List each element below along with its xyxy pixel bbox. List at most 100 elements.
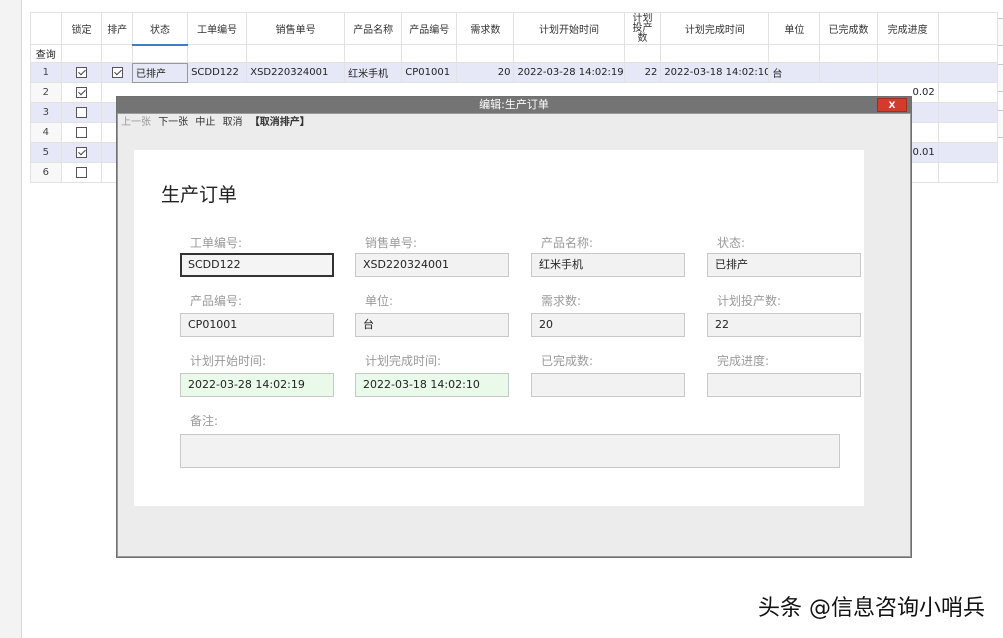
locked-cell[interactable] [60,122,103,143]
locked-checkbox[interactable] [75,86,87,98]
header-done[interactable]: 已完成数 [819,12,878,45]
locked-cell[interactable] [60,62,103,83]
start-field[interactable]: 2022-03-28 14:02:19 [180,373,334,397]
row-number: 3 [30,102,62,123]
header-qty[interactable]: 计划投产数 [623,12,662,45]
scheduled-cell[interactable] [101,62,133,83]
dialog-title: 编辑:生产订单 [479,98,549,111]
so-field[interactable]: XSD220324001 [355,253,509,277]
progress-field[interactable] [707,373,861,397]
row-number: 2 [30,82,62,103]
header-status[interactable]: 状态 [131,12,189,46]
query-cell[interactable] [60,44,103,63]
cancel-button[interactable]: 取消 [223,117,243,128]
row-number: 6 [30,162,62,183]
start-cell[interactable]: 2022-03-28 14:02:19 [513,62,625,83]
dialog-body: 上一张 下一张 中止 取消 【取消排产】 生产订单 工单编号: SCDD122 … [118,114,910,556]
header-wo[interactable]: 工单编号 [187,12,248,45]
header-pname[interactable]: 产品名称 [344,12,403,45]
done-label: 已完成数: [541,354,594,368]
next-button[interactable]: 下一张 [158,117,188,128]
header-progress[interactable]: 完成进度 [876,12,939,45]
header-so[interactable]: 销售单号 [246,12,346,45]
abort-button[interactable]: 中止 [195,117,215,128]
row-number: 5 [30,142,62,163]
query-cell[interactable] [187,44,248,63]
header-end[interactable]: 计划完成时间 [660,12,770,45]
qty-field[interactable]: 22 [707,313,861,337]
locked-cell[interactable] [60,142,103,163]
close-button[interactable]: X [877,98,907,112]
row-number: 4 [30,122,62,143]
qty-label: 计划投产数: [717,294,782,308]
wo-field[interactable]: SCDD122 [180,253,334,277]
query-cell[interactable] [246,44,346,63]
so-cell[interactable]: XSD220324001 [246,62,346,83]
locked-cell[interactable] [60,102,103,123]
end-field[interactable]: 2022-03-18 14:02:10 [355,373,509,397]
locked-checkbox[interactable] [75,166,87,178]
header-start[interactable]: 计划开始时间 [513,12,625,45]
prev-button[interactable]: 上一张 [121,117,151,128]
row-number: 1 [30,62,62,83]
status-label: 状态: [717,236,746,250]
query-row: 查询 [30,44,999,63]
locked-checkbox[interactable] [75,66,87,78]
locked-cell[interactable] [60,82,103,103]
pname-label: 产品名称: [541,236,594,250]
demand-label: 需求数: [541,294,582,308]
locked-checkbox[interactable] [75,106,87,118]
unit-field[interactable]: 台 [355,313,509,337]
query-cell[interactable] [101,44,133,63]
filler-cell [937,82,999,103]
filler-cell [937,122,999,143]
filler-cell [937,102,999,123]
demand-cell[interactable]: 20 [456,62,515,83]
header-unit[interactable]: 单位 [768,12,821,45]
progress-cell[interactable] [876,62,939,83]
query-cell[interactable] [456,44,515,63]
locked-checkbox[interactable] [75,126,87,138]
header-locked[interactable]: 锁定 [60,12,103,45]
pcode-cell[interactable]: CP01001 [401,62,458,83]
pname-field[interactable]: 红米手机 [531,253,685,277]
query-cell[interactable] [768,44,821,63]
header-scheduled[interactable]: 排产 [101,12,133,45]
query-cell[interactable] [819,44,878,63]
header-pcode[interactable]: 产品编号 [401,12,458,45]
remark-field[interactable] [180,434,840,468]
demand-field[interactable]: 20 [531,313,685,337]
query-cell[interactable] [401,44,458,63]
header-rownum [30,12,62,45]
scheduled-checkbox[interactable] [111,66,123,78]
watermark: 头条 @信息咨询小哨兵 [758,596,985,621]
query-cell[interactable] [131,44,189,63]
query-cell[interactable] [513,44,625,63]
header-qty-label: 计划投产数 [632,12,653,44]
header-filler [937,12,999,45]
wo-cell[interactable]: SCDD122 [187,62,248,83]
pname-cell[interactable]: 红米手机 [344,62,403,83]
table-row[interactable]: 1 已排产 SCDD122 XSD220324001 红米手机 CP01001 … [30,62,999,83]
unschedule-button[interactable]: 【取消排产】 [250,117,310,128]
status-field[interactable]: 已排产 [707,253,861,277]
done-field[interactable] [531,373,685,397]
unit-cell[interactable]: 台 [768,62,821,83]
done-cell[interactable] [819,62,878,83]
query-cell[interactable] [623,44,662,63]
locked-checkbox[interactable] [75,146,87,158]
qty-cell[interactable]: 22 [623,62,662,83]
query-cell[interactable] [344,44,403,63]
dialog-toolbar: 上一张 下一张 中止 取消 【取消排产】 [118,114,910,132]
query-cell[interactable] [876,44,939,63]
query-cell [937,44,999,63]
header-demand[interactable]: 需求数 [456,12,515,45]
end-cell[interactable]: 2022-03-18 14:02:10 [660,62,770,83]
status-cell[interactable]: 已排产 [131,62,189,83]
query-label[interactable]: 查询 [30,44,62,63]
grid-header: 锁定 排产 状态 工单编号 销售单号 产品名称 产品编号 需求数 计划开始时间 … [30,12,999,46]
dialog-titlebar[interactable]: 编辑:生产订单 X [117,97,911,113]
pcode-field[interactable]: CP01001 [180,313,334,337]
locked-cell[interactable] [60,162,103,183]
query-cell[interactable] [660,44,770,63]
